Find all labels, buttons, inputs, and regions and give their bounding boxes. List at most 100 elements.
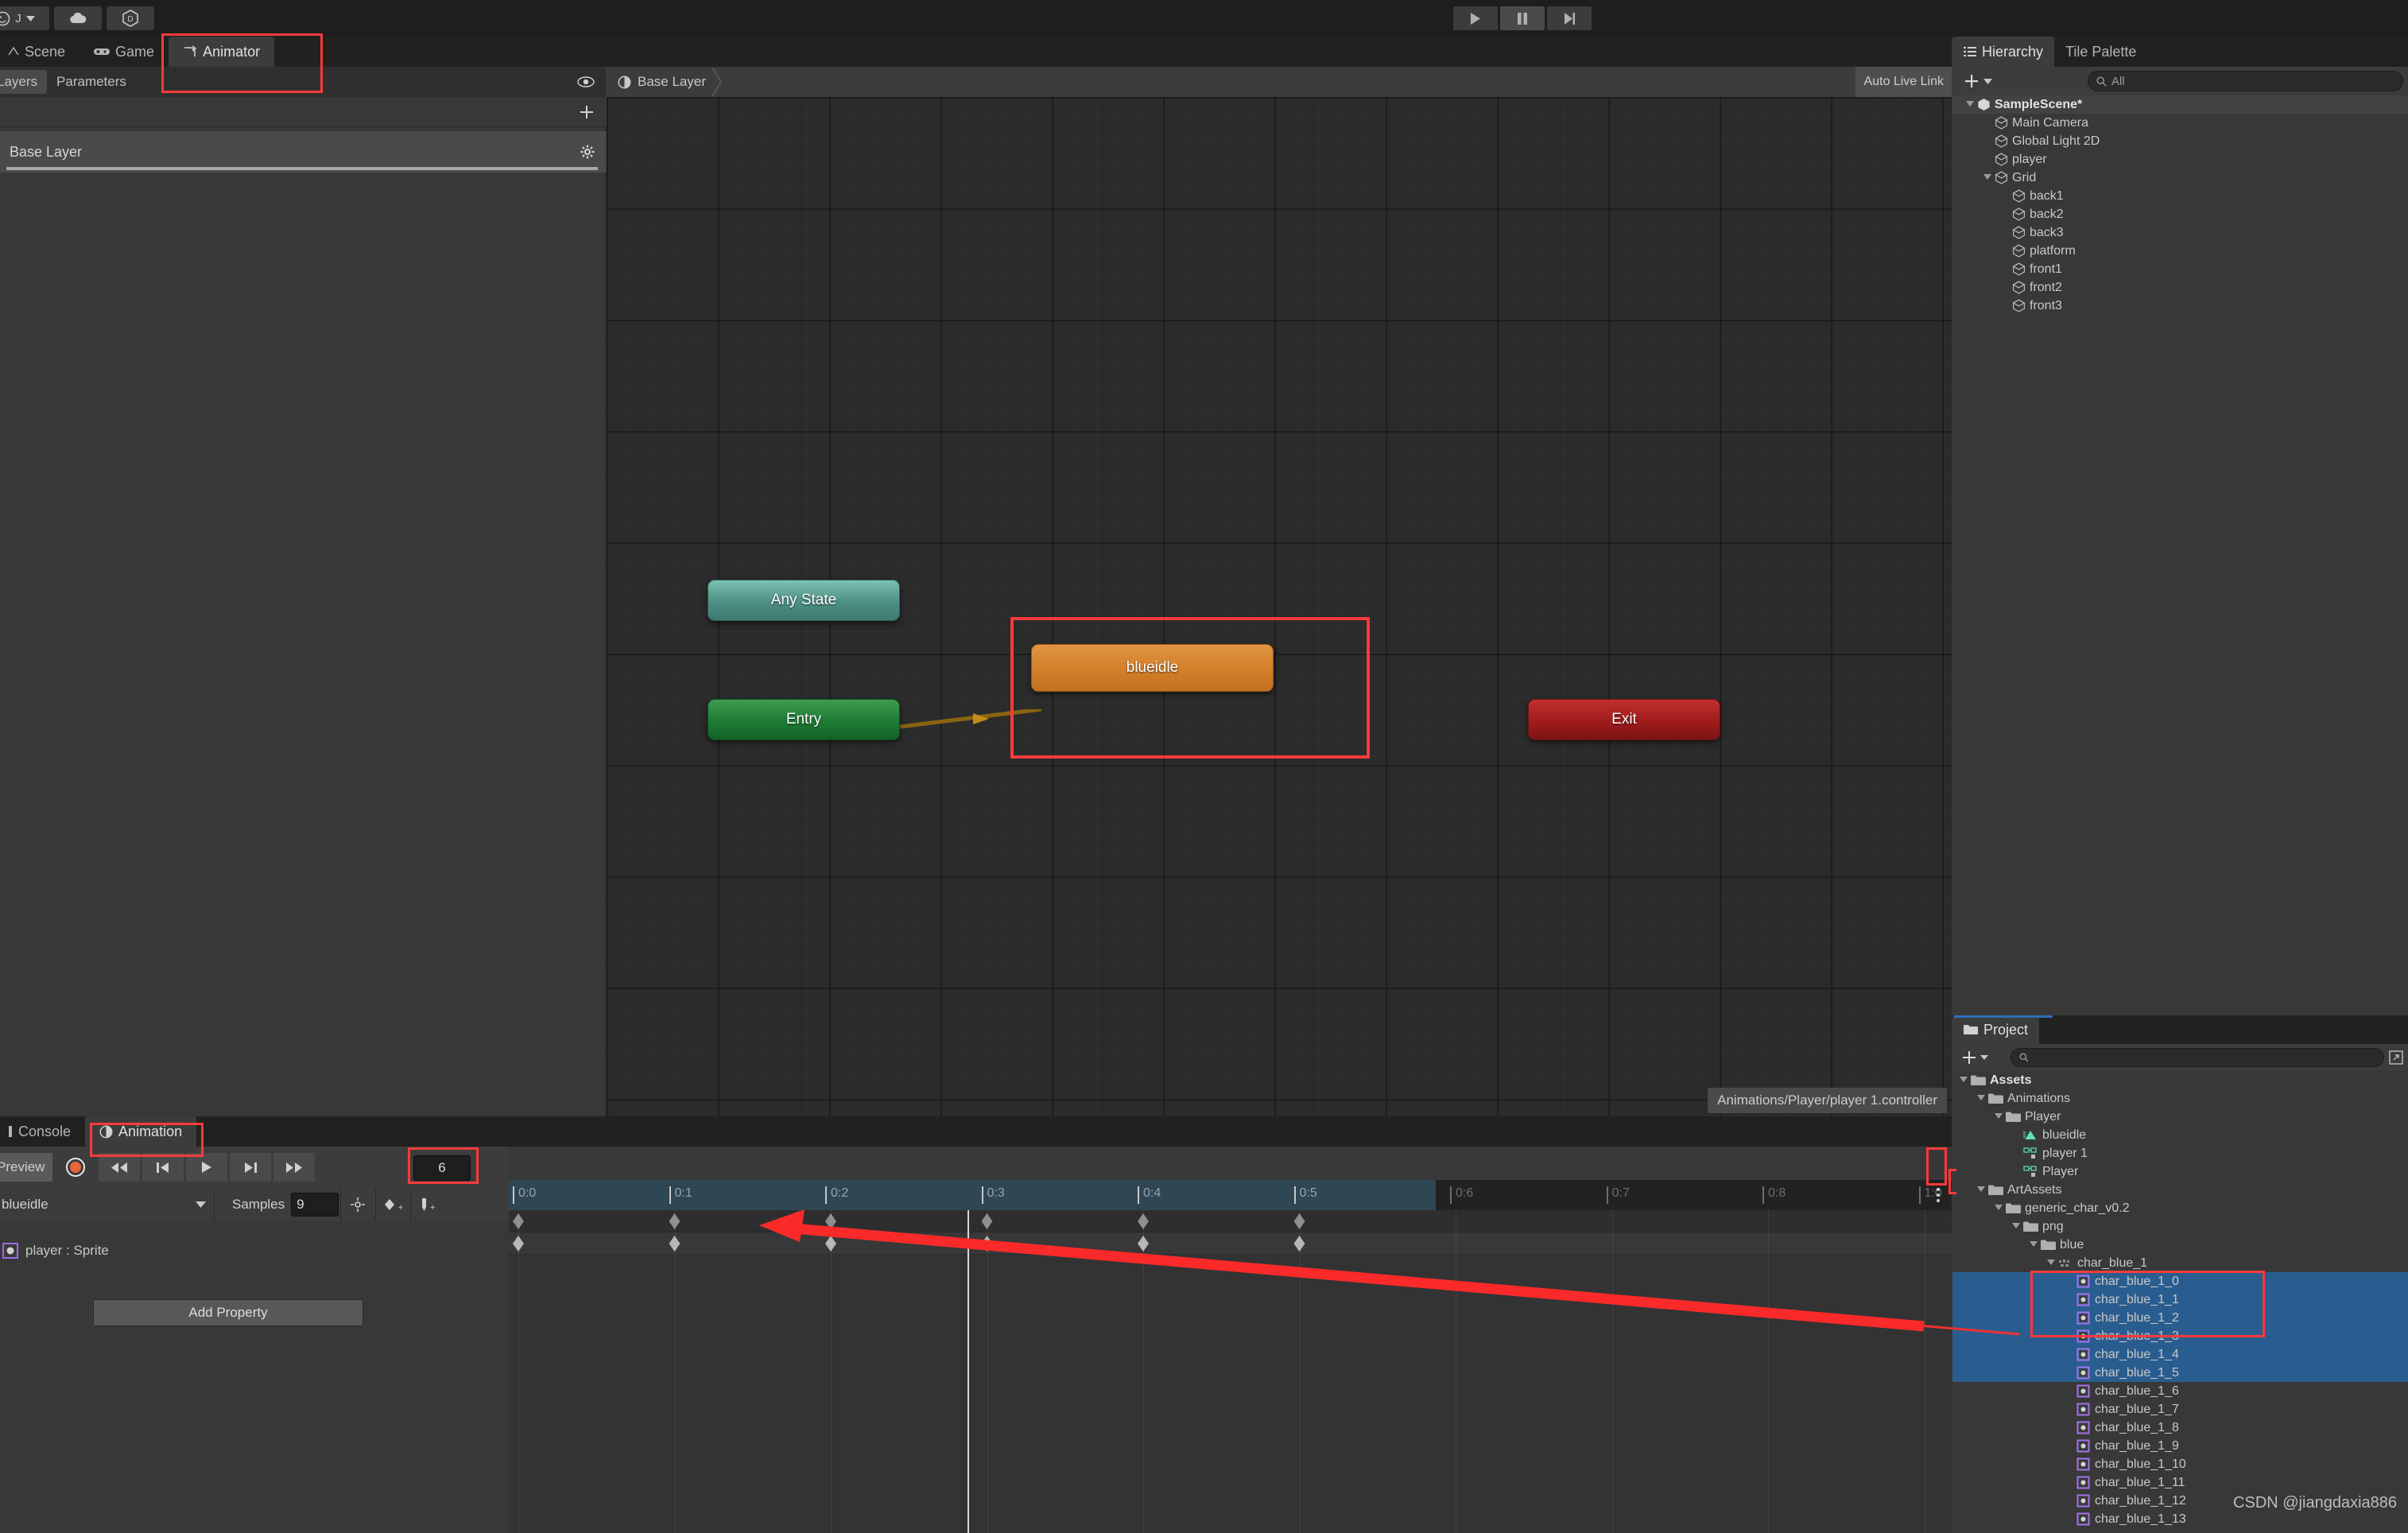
hierarchy-search-input[interactable]: All [2088, 71, 2403, 91]
project-item-char-blue-1-6[interactable]: char_blue_1_6 [1952, 1382, 2408, 1400]
project-item-player[interactable]: Player [1952, 1108, 2408, 1126]
project-item-animations[interactable]: Animations [1952, 1089, 2408, 1108]
project-item-assets[interactable]: Assets [1952, 1071, 2408, 1089]
play-animation-button[interactable] [186, 1153, 227, 1182]
chevron-down-icon[interactable] [1992, 1204, 2005, 1213]
animator-state-graph-canvas[interactable]: Any State Entry blueidle Exit [607, 97, 1952, 1116]
dope-row-summary[interactable] [509, 1210, 1952, 1232]
hierarchy-item-samplescene[interactable]: SampleScene* [1952, 95, 2408, 114]
hierarchy-item-back3[interactable]: back3 [1952, 223, 2408, 242]
project-item-char-blue-1-7[interactable]: char_blue_1_7 [1952, 1400, 2408, 1419]
chevron-down-icon[interactable] [1964, 100, 1976, 109]
project-item-char-blue-1-10[interactable]: char_blue_1_10 [1952, 1455, 2408, 1473]
hierarchy-item-grid[interactable]: Grid [1952, 169, 2408, 187]
gear-icon[interactable] [580, 145, 595, 159]
tab-scene[interactable]: Scene [0, 37, 79, 67]
chevron-down-icon[interactable] [1957, 1076, 1970, 1085]
hierarchy-item-front2[interactable]: front2 [1952, 278, 2408, 297]
chevron-down-icon[interactable] [2045, 1259, 2057, 1267]
play-button[interactable] [1453, 6, 1498, 30]
tab-animation[interactable]: Animation [85, 1116, 196, 1147]
add-keyframe-button[interactable] [340, 1189, 374, 1221]
project-item-char-blue-1-1[interactable]: char_blue_1_1 [1952, 1290, 2408, 1309]
tab-animator[interactable]: Animator [169, 37, 274, 67]
samples-input[interactable]: 9 [291, 1193, 339, 1217]
auto-live-link-button[interactable]: Auto Live Link [1855, 67, 1952, 97]
chevron-down-icon[interactable] [2027, 1240, 2040, 1249]
timeline-ruler[interactable]: 0:00:10:20:30:40:50:60:70:81:0 [509, 1180, 1952, 1210]
tab-hierarchy[interactable]: Hierarchy [1952, 37, 2054, 67]
tab-tile-palette[interactable]: Tile Palette [2054, 37, 2147, 67]
chevron-down-icon[interactable] [2010, 1222, 2022, 1231]
chevron-down-icon[interactable] [1975, 1186, 1987, 1194]
project-item-blueidle[interactable]: blueidle [1952, 1126, 2408, 1144]
step-button[interactable] [1547, 6, 1592, 30]
project-item-player[interactable]: Player [1952, 1162, 2408, 1181]
skip-to-end-button[interactable] [273, 1153, 315, 1182]
tab-project[interactable]: Project [1952, 1015, 2039, 1044]
project-item-char-blue-1-9[interactable]: char_blue_1_9 [1952, 1437, 2408, 1455]
add-keyframe-plus-button[interactable]: + [375, 1189, 409, 1221]
chevron-down-icon[interactable] [1975, 1094, 1987, 1103]
current-frame-input[interactable]: 6 [413, 1155, 471, 1181]
tab-console[interactable]: Console [0, 1116, 85, 1147]
hierarchy-item-platform[interactable]: platform [1952, 242, 2408, 260]
hierarchy-item-front1[interactable]: front1 [1952, 260, 2408, 278]
project-add-button[interactable] [1957, 1050, 1993, 1065]
cloud-button[interactable] [54, 6, 102, 30]
state-node-entry[interactable]: Entry [708, 699, 900, 740]
account-dropdown-button[interactable]: J [0, 6, 49, 30]
project-item-generic-char-v0-2[interactable]: generic_char_v0.2 [1952, 1199, 2408, 1217]
project-item-char-blue-1-8[interactable]: char_blue_1_8 [1952, 1419, 2408, 1437]
state-node-blueidle[interactable]: blueidle [1031, 644, 1274, 692]
dope-sheet[interactable]: 0:00:10:20:30:40:50:60:70:81:0 [509, 1180, 1952, 1533]
hierarchy-item-front3[interactable]: front3 [1952, 297, 2408, 315]
add-event-button[interactable]: + [410, 1189, 444, 1221]
project-item-char-blue-1-3[interactable]: char_blue_1_3 [1952, 1327, 2408, 1345]
project-item-char-blue-1-13[interactable]: char_blue_1_13 [1952, 1510, 2408, 1528]
project-item-char-blue-1-2[interactable]: char_blue_1_2 [1952, 1309, 2408, 1327]
eye-icon[interactable] [577, 76, 595, 87]
project-tree[interactable]: AssetsAnimationsPlayerblueidleplayer 1Pl… [1952, 1071, 2408, 1533]
record-button[interactable] [55, 1153, 96, 1182]
project-item-blue[interactable]: blue [1952, 1236, 2408, 1254]
chevron-down-icon[interactable] [1992, 1112, 2005, 1121]
hierarchy-add-button[interactable] [1957, 73, 1999, 89]
hierarchy-tree[interactable]: SampleScene*Main CameraGlobal Light 2Dpl… [1952, 95, 2408, 1015]
expand-icon[interactable] [2389, 1050, 2403, 1065]
pause-button[interactable] [1500, 6, 1545, 30]
add-property-button[interactable]: Add Property [93, 1299, 363, 1326]
playhead[interactable] [967, 1210, 969, 1533]
breadcrumb-base-layer[interactable]: Base Layer [638, 74, 706, 90]
property-row-player-sprite[interactable]: player : Sprite [0, 1237, 477, 1264]
project-item-char-blue-1-5[interactable]: char_blue_1_5 [1952, 1364, 2408, 1382]
prev-frame-button[interactable] [142, 1153, 184, 1182]
project-item-png[interactable]: png [1952, 1217, 2408, 1236]
hierarchy-item-player[interactable]: player [1952, 150, 2408, 169]
skip-to-start-button[interactable] [99, 1153, 140, 1182]
subtab-layers[interactable]: Layers [0, 70, 47, 94]
state-node-any-state[interactable]: Any State [708, 580, 900, 621]
project-item-artassets[interactable]: ArtAssets [1952, 1181, 2408, 1199]
dope-sheet-body[interactable] [509, 1210, 1952, 1533]
layer-weight-bar[interactable] [6, 167, 598, 170]
next-frame-button[interactable] [230, 1153, 271, 1182]
subtab-parameters[interactable]: Parameters [47, 70, 136, 94]
project-item-char-blue-1-4[interactable]: char_blue_1_4 [1952, 1345, 2408, 1364]
dope-row-property[interactable] [509, 1232, 1952, 1255]
hierarchy-item-back2[interactable]: back2 [1952, 205, 2408, 223]
kebab-menu-icon[interactable] [1931, 1183, 1945, 1207]
hierarchy-item-back1[interactable]: back1 [1952, 187, 2408, 205]
services-button[interactable]: D [107, 6, 154, 30]
chevron-down-icon[interactable] [1981, 173, 1994, 182]
hierarchy-item-main-camera[interactable]: Main Camera [1952, 114, 2408, 132]
project-item-player-1[interactable]: player 1 [1952, 1144, 2408, 1162]
transition-entry-to-blueidle[interactable] [900, 709, 1041, 730]
hierarchy-item-global-light-2d[interactable]: Global Light 2D [1952, 132, 2408, 150]
preview-toggle-button[interactable]: Preview [0, 1153, 52, 1182]
state-node-exit[interactable]: Exit [1528, 699, 1720, 740]
project-item-char-blue-1[interactable]: char_blue_1 [1952, 1254, 2408, 1272]
tab-game[interactable]: Game [79, 37, 169, 67]
project-search-input[interactable] [2011, 1048, 2384, 1067]
project-item-char-blue-1-11[interactable]: char_blue_1_11 [1952, 1473, 2408, 1492]
